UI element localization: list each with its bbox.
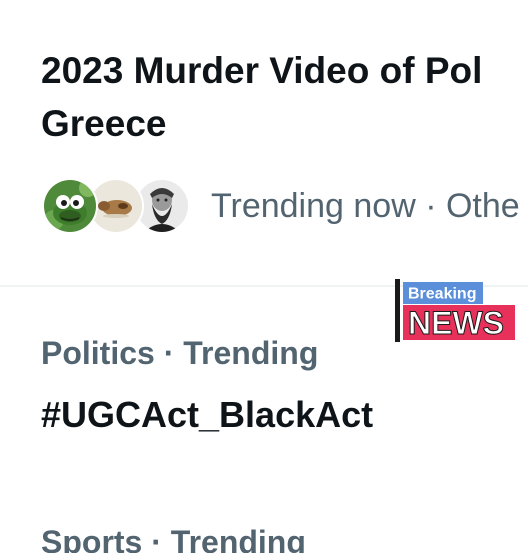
trend-category: Politics · Trending	[41, 335, 319, 371]
trend-category: Sports · Trending	[41, 524, 306, 553]
trend-title-line: Greece	[41, 103, 167, 144]
trend-meta: Trending now · Othe	[211, 187, 520, 225]
breaking-news-badge: Breaking NEWS	[395, 279, 516, 342]
trend-title: 2023 Murder Video of Pol Greece	[41, 44, 528, 150]
avatar-group	[42, 178, 192, 234]
trend-item[interactable]: 2023 Murder Video of Pol Greece Trending…	[0, 0, 528, 285]
news-label: NEWS	[408, 305, 504, 341]
trend-title-line: 2023 Murder Video of Pol	[41, 50, 483, 91]
frog-avatar-icon	[42, 178, 98, 234]
trend-hashtag[interactable]: #UGCAct_BlackAct	[41, 393, 373, 437]
breaking-label: Breaking	[408, 286, 476, 303]
